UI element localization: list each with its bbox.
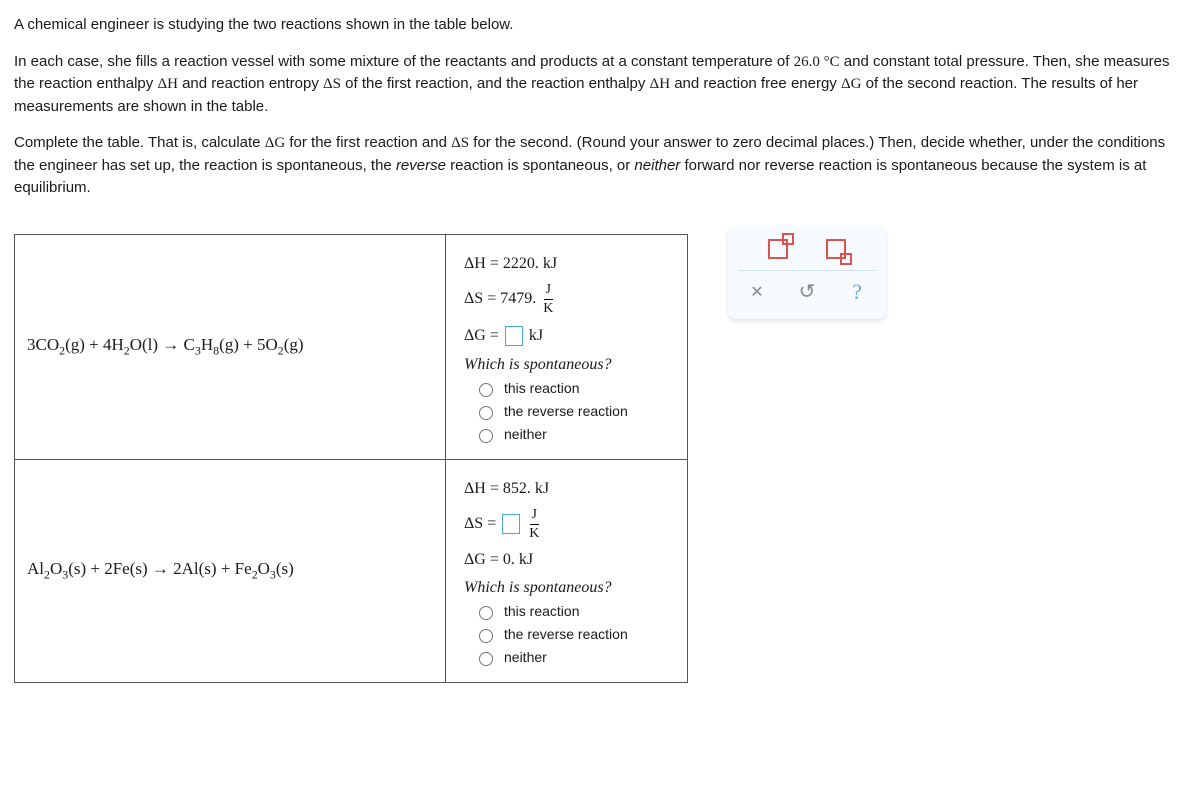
help-icon[interactable]: ? [846,281,868,303]
rxn2-dG: ΔG = 0. kJ [464,551,669,569]
rxn1-dG: ΔG = kJ [464,326,669,346]
tool-pad: ✕ ↺ ? [728,226,886,319]
rxn1-option-reverse[interactable]: the reverse reaction [474,403,669,420]
rxn1-radio-reverse[interactable] [479,406,493,420]
undo-icon[interactable]: ↺ [796,281,818,303]
jk-fraction: JK [529,508,539,541]
jk-fraction: JK [543,283,553,316]
subscript-button[interactable] [825,238,847,260]
rxn2-dS-input[interactable] [502,514,520,534]
rxn1-dG-input[interactable] [505,326,523,346]
rxn2-dS: ΔS = JK [464,508,669,541]
reaction-2-data: ΔH = 852. kJ ΔS = JK ΔG = 0. kJ Which is… [446,459,688,682]
rxn1-option-this[interactable]: this reaction [474,380,669,397]
rxn2-radio-reverse[interactable] [479,629,493,643]
intro-para-3: Complete the table. That is, calculate Δ… [14,132,1186,200]
intro-para-1: A chemical engineer is studying the two … [14,14,1186,37]
reactions-table: 3CO2(g) + 4H2O(l) → C3H8(g) + 5O2(g) ΔH … [14,234,688,683]
superscript-button[interactable] [767,238,789,260]
rxn2-option-this[interactable]: this reaction [474,603,669,620]
rxn2-spontaneous-question: Which is spontaneous? [464,579,669,597]
reaction-1-data: ΔH = 2220. kJ ΔS = 7479. JK ΔG = kJ Whic… [446,234,688,459]
rxn2-option-neither[interactable]: neither [474,649,669,666]
rxn1-dS: ΔS = 7479. JK [464,283,669,316]
rxn2-dH: ΔH = 852. kJ [464,480,669,498]
close-icon[interactable]: ✕ [746,281,768,303]
rxn1-spontaneous-question: Which is spontaneous? [464,356,669,374]
rxn2-radio-neither[interactable] [479,652,493,666]
rxn2-radio-this[interactable] [479,606,493,620]
rxn1-radio-neither[interactable] [479,429,493,443]
rxn1-option-neither[interactable]: neither [474,426,669,443]
intro-para-2: In each case, she fills a reaction vesse… [14,51,1186,119]
reaction-2-equation: Al2O3(s) + 2Fe(s) → 2Al(s) + Fe2O3(s) [15,459,446,682]
rxn1-radio-this[interactable] [479,383,493,397]
reaction-1-equation: 3CO2(g) + 4H2O(l) → C3H8(g) + 5O2(g) [15,234,446,459]
rxn2-option-reverse[interactable]: the reverse reaction [474,626,669,643]
rxn1-dH: ΔH = 2220. kJ [464,255,669,273]
